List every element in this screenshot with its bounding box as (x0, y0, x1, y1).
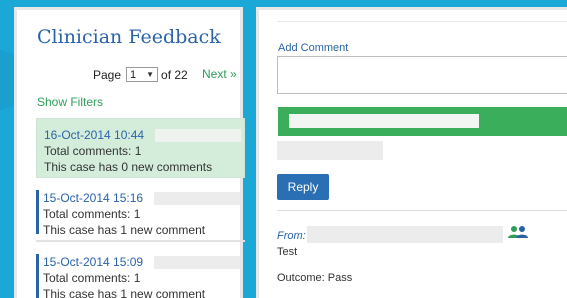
case-total-comments: Total comments: 1 (44, 144, 142, 158)
pager: Page 1 ▼ of 22 (93, 67, 188, 82)
unread-indicator (36, 254, 39, 298)
redacted-field (155, 129, 241, 142)
outcome-banner (278, 107, 567, 136)
case-total-comments: Total comments: 1 (43, 207, 141, 221)
case-list: 16-Oct-2014 10:44 Total comments: 1 This… (36, 118, 245, 298)
page-count: of 22 (161, 67, 188, 82)
case-item[interactable]: 15-Oct-2014 15:09 Total comments: 1 This… (36, 248, 245, 298)
redacted-field (307, 226, 503, 243)
redacted-field (154, 256, 240, 269)
add-comment-label: Add Comment (278, 42, 349, 54)
divider (277, 210, 567, 211)
show-filters-link[interactable]: Show Filters (37, 95, 103, 109)
comment-input[interactable] (277, 56, 567, 94)
case-new-comments: This case has 1 new comment (43, 287, 206, 298)
case-new-comments: This case has 1 new comment (43, 223, 206, 237)
outcome-text: Outcome: Pass (277, 272, 353, 284)
page-select-value: 1 (130, 68, 137, 81)
chevron-down-icon: ▼ (146, 70, 155, 79)
case-detail-panel: Add Comment Reply From: Test Outcome: Pa… (256, 7, 567, 298)
case-item[interactable]: 15-Oct-2014 15:16 Total comments: 1 This… (36, 184, 245, 242)
page-select[interactable]: 1 ▼ (126, 67, 159, 82)
case-total-comments: Total comments: 1 (43, 271, 141, 285)
from-label: From: (277, 230, 306, 242)
case-new-comments: This case has 0 new comments (44, 160, 213, 174)
next-page-link[interactable]: Next » (202, 67, 237, 81)
redacted-field (289, 114, 479, 128)
redacted-field (277, 141, 383, 160)
unread-indicator (36, 190, 39, 234)
case-item[interactable]: 16-Oct-2014 10:44 Total comments: 1 This… (36, 118, 245, 178)
pager-label: Page (93, 67, 122, 82)
comment-text: Test (277, 246, 298, 258)
people-icon[interactable] (507, 225, 529, 239)
panel-title: Clinician Feedback (37, 26, 221, 48)
feedback-list-panel: Clinician Feedback Page 1 ▼ of 22 Next »… (14, 7, 245, 298)
app-frame: Clinician Feedback Page 1 ▼ of 22 Next »… (0, 0, 567, 298)
divider (277, 21, 567, 22)
reply-button[interactable]: Reply (277, 174, 329, 200)
redacted-field (154, 192, 240, 205)
